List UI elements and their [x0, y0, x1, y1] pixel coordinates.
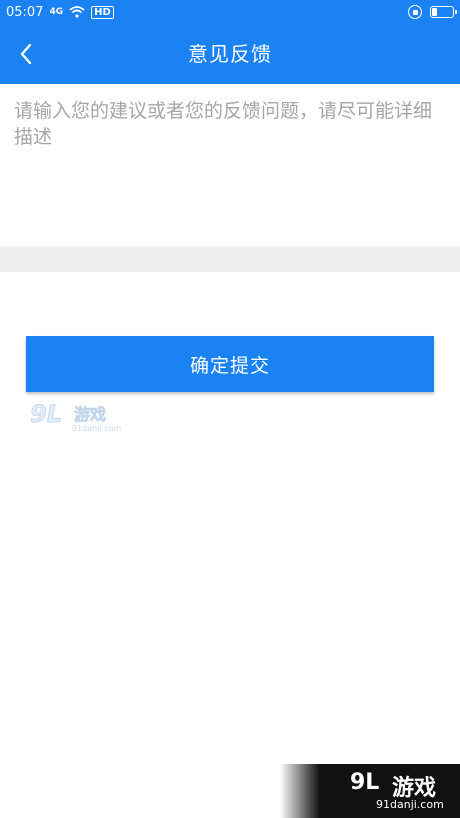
feedback-input[interactable] — [0, 84, 460, 246]
status-bar: 05:07 4G HD — [0, 0, 460, 24]
status-right — [408, 5, 457, 19]
feedback-area — [0, 84, 460, 246]
watermark-corner-mark: 9L — [350, 770, 380, 795]
watermark-logo-corner: 9L 游戏 91danji.com — [280, 764, 460, 818]
watermark-logo-small: 9L 游戏 91danji.com — [30, 400, 122, 433]
watermark-small-name: 游戏 — [74, 405, 106, 424]
page-title: 意见反馈 — [188, 42, 272, 66]
app-bar: 意见反馈 — [0, 24, 460, 84]
watermark-corner-url: 91danji.com — [376, 798, 444, 811]
wifi-icon — [69, 6, 85, 18]
divider — [0, 246, 460, 272]
submit-button[interactable]: 确定提交 — [26, 336, 434, 392]
status-left: 05:07 4G HD — [6, 5, 114, 20]
watermark-small-url: 91danji.com — [72, 424, 122, 433]
battery-icon — [430, 6, 457, 18]
watermark-small-mark: 9L — [30, 400, 62, 428]
signal-icon: 4G — [49, 7, 64, 17]
battery-fill — [432, 8, 437, 16]
hd-icon: HD — [91, 5, 114, 19]
rotation-lock-icon — [408, 5, 422, 19]
status-time: 05:07 — [6, 4, 44, 20]
